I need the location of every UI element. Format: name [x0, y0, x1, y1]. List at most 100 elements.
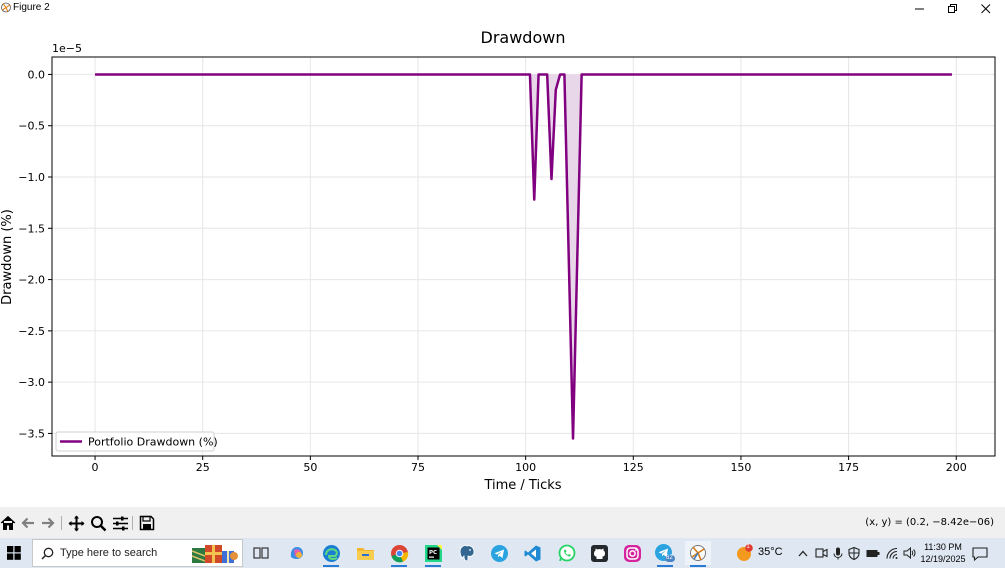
save-floppy-icon	[139, 515, 155, 531]
y-scale-label: 1e−5	[52, 42, 82, 55]
notification-speech-bubble-icon	[972, 547, 988, 562]
github-desktop-button[interactable]	[586, 541, 612, 565]
y-tick-label: −2.5	[18, 325, 45, 338]
chart-title: Drawdown	[481, 28, 566, 47]
copilot-button[interactable]	[284, 541, 310, 565]
x-tick-label: 150	[730, 461, 751, 474]
pycharm-icon: PC	[424, 544, 442, 562]
svg-text:PC: PC	[429, 550, 437, 556]
matplotlib-app-icon	[1, 2, 11, 13]
x-tick-label: 100	[515, 461, 536, 474]
task-view-icon	[253, 547, 269, 559]
chevron-up-icon	[798, 550, 808, 556]
show-hidden-icons-button[interactable]	[796, 546, 810, 560]
file-explorer-button[interactable]	[352, 541, 378, 565]
edge-button[interactable]	[318, 541, 344, 567]
postgres-button[interactable]	[454, 541, 480, 565]
pycharm-button[interactable]: PC	[420, 541, 446, 567]
restore-icon	[948, 3, 957, 13]
weather-widget[interactable]: 1 35°C	[733, 544, 793, 562]
x-tick-label: 125	[623, 461, 644, 474]
instagram-button[interactable]	[619, 541, 645, 565]
y-tick-label: −0.5	[18, 120, 45, 133]
battery-tray[interactable]	[866, 546, 880, 560]
clock-time: 11:30 PM	[924, 542, 962, 552]
taskbar-clock[interactable]: 11:30 PM 12/19/2025	[918, 541, 968, 565]
search-placeholder: Type here to search	[60, 547, 158, 559]
chrome-button[interactable]	[386, 541, 412, 567]
clock-date: 12/19/2025	[920, 554, 966, 564]
microphone-tray[interactable]	[831, 546, 845, 560]
whatsapp-icon	[558, 544, 575, 561]
sun-weather-icon	[737, 544, 753, 561]
figure-window: Figure 2 0 25 50 75 100 125 150 175 200 0.0 −0.5 −1…	[0, 0, 1005, 538]
whatsapp-button[interactable]	[553, 541, 579, 565]
x-tick-label: 200	[946, 461, 967, 474]
telegram-notify-button[interactable]: 62	[652, 541, 678, 567]
minimize-button[interactable]	[903, 0, 937, 17]
windows-logo-icon	[7, 546, 21, 560]
zoom-button[interactable]	[88, 513, 108, 533]
battery-icon	[866, 549, 880, 557]
search-icon	[41, 547, 54, 560]
x-axis-label: Time / Ticks	[483, 478, 561, 493]
x-tick-label: 0	[92, 461, 99, 474]
y-tick-label: 0.0	[28, 68, 46, 81]
save-button[interactable]	[137, 513, 157, 533]
back-button[interactable]	[18, 513, 38, 533]
y-tick-label: −2.0	[18, 274, 45, 287]
pan-button[interactable]	[66, 513, 86, 533]
windows-taskbar: Type here to search PC 62 1 35°C 11:30 P…	[0, 538, 1005, 568]
meet-now-tray[interactable]	[814, 546, 828, 560]
volume-tray[interactable]	[902, 546, 916, 560]
home-button[interactable]	[0, 513, 18, 533]
chrome-icon	[390, 544, 408, 562]
vscode-icon	[524, 545, 540, 561]
cursor-coordinates: (x, y) = (0.2, −8.42e−06)	[865, 517, 994, 528]
x-tick-label: 175	[838, 461, 859, 474]
task-view-button[interactable]	[248, 541, 274, 565]
telegram-badge-count: 62	[666, 555, 673, 561]
y-tick-label: −3.0	[18, 376, 45, 389]
y-tick-label: −3.5	[18, 427, 45, 440]
close-button[interactable]	[969, 0, 1003, 17]
x-tick-label: 50	[303, 461, 317, 474]
x-tick-label: 25	[196, 461, 210, 474]
window-title: Figure 2	[13, 2, 50, 13]
vscode-button[interactable]	[519, 541, 545, 565]
telegram-button[interactable]	[486, 541, 512, 565]
weather-temperature: 35°C	[758, 546, 783, 558]
shield-icon	[848, 546, 860, 560]
legend: Portfolio Drawdown (%)	[55, 431, 218, 452]
folder-icon	[356, 548, 374, 560]
postgres-elephant-icon	[459, 544, 474, 561]
back-arrow-icon	[21, 517, 34, 529]
home-icon	[0, 515, 16, 530]
taskbar-search-box[interactable]: Type here to search	[32, 539, 243, 567]
search-highlight-gifts-icon	[191, 545, 238, 563]
weather-alert-badge: 1	[746, 544, 750, 550]
speaker-volume-icon	[903, 547, 915, 559]
legend-label: Portfolio Drawdown (%)	[88, 436, 218, 449]
figure-canvas: 0 25 50 75 100 125 150 175 200 0.0 −0.5 −1.0 −1.5 −2.…	[0, 17, 1005, 507]
start-button[interactable]	[0, 538, 28, 568]
axes-background	[52, 57, 995, 456]
telegram-icon	[490, 544, 508, 562]
matplotlib-taskbar-icon	[690, 545, 706, 561]
forward-arrow-icon	[42, 517, 55, 529]
edge-browser-icon	[322, 544, 340, 562]
instagram-icon	[623, 544, 641, 562]
wifi-icon	[885, 547, 897, 559]
security-tray[interactable]	[847, 546, 861, 560]
maximize-button[interactable]	[936, 0, 970, 17]
python-figure-button[interactable]	[685, 541, 711, 567]
camera-tray-icon	[814, 548, 828, 558]
forward-button[interactable]	[38, 513, 58, 533]
title-bar: Figure 2	[0, 0, 1005, 17]
sliders-icon	[112, 516, 128, 530]
configure-subplots-button[interactable]	[110, 513, 130, 533]
notification-center-button[interactable]	[972, 546, 988, 562]
x-tick-label: 75	[411, 461, 425, 474]
toolbar-separator	[61, 516, 62, 530]
network-tray[interactable]	[885, 546, 899, 560]
